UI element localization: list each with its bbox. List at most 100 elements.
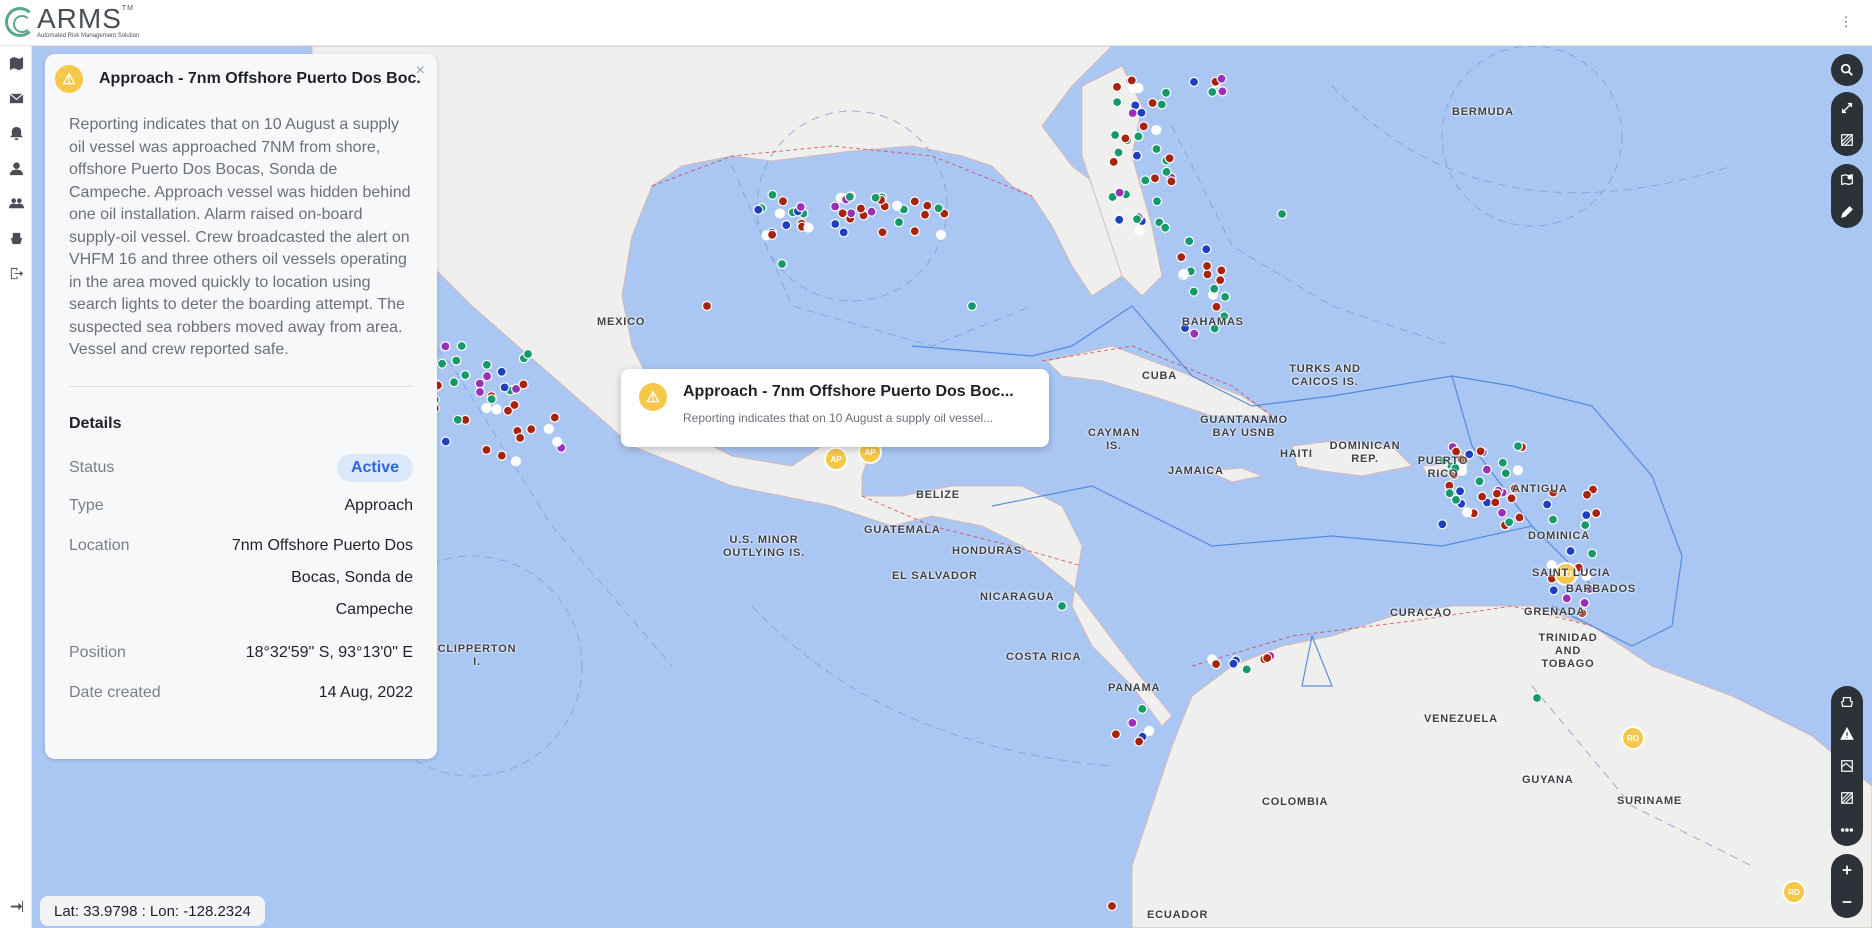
- nav-logout-button[interactable]: [0, 256, 32, 291]
- vessel-layer-button[interactable]: [1831, 686, 1863, 718]
- incident-marker[interactable]: [1541, 499, 1553, 510]
- incident-marker[interactable]: [753, 204, 764, 215]
- zones-toggle-button[interactable]: [1831, 124, 1863, 156]
- incident-marker[interactable]: [1110, 729, 1122, 740]
- incident-marker[interactable]: [1136, 107, 1147, 118]
- incident-marker[interactable]: [909, 196, 920, 207]
- incident-marker[interactable]: [774, 208, 786, 219]
- incident-marker[interactable]: [1202, 269, 1213, 280]
- incident-marker[interactable]: [1056, 600, 1068, 612]
- incident-marker[interactable]: [1437, 519, 1448, 530]
- incident-marker[interactable]: [1140, 175, 1151, 186]
- incident-marker[interactable]: [838, 227, 849, 238]
- incident-marker[interactable]: [1217, 86, 1228, 97]
- incident-marker[interactable]: [440, 341, 451, 352]
- incident-marker[interactable]: [1207, 86, 1218, 98]
- incident-marker[interactable]: [1547, 514, 1559, 525]
- incident-marker[interactable]: [795, 201, 806, 213]
- incident-marker[interactable]: [481, 402, 492, 414]
- incident-marker[interactable]: [1151, 143, 1162, 155]
- incident-marker[interactable]: [1512, 441, 1524, 452]
- incident-marker[interactable]: [1565, 545, 1576, 557]
- nav-team-button[interactable]: [0, 186, 32, 221]
- incident-marker[interactable]: [1113, 147, 1124, 158]
- overlay-button[interactable]: [1831, 782, 1863, 814]
- incident-marker[interactable]: [829, 201, 841, 212]
- incident-marker[interactable]: [474, 378, 485, 389]
- incident-marker[interactable]: [1262, 652, 1273, 664]
- incident-marker[interactable]: [1161, 166, 1172, 178]
- incident-marker[interactable]: [1114, 187, 1125, 198]
- incident-marker[interactable]: [1160, 222, 1171, 233]
- app-logo[interactable]: ARMSTM Automated Risk Management Solutio…: [5, 4, 139, 40]
- incident-marker[interactable]: [1216, 73, 1227, 84]
- incident-marker[interactable]: [460, 370, 471, 381]
- incident-marker[interactable]: [1210, 658, 1222, 670]
- incident-marker[interactable]: [1476, 491, 1488, 502]
- incident-marker[interactable]: [1454, 486, 1466, 497]
- incident-marker[interactable]: [1216, 265, 1227, 276]
- incident-marker[interactable]: [1475, 446, 1486, 457]
- incident-marker[interactable]: [1474, 476, 1485, 487]
- incident-marker[interactable]: [1504, 517, 1515, 528]
- cluster-badge-robbery[interactable]: RO: [1782, 880, 1806, 904]
- incident-marker[interactable]: [1276, 208, 1288, 220]
- incident-marker[interactable]: [1138, 121, 1149, 132]
- draw-button[interactable]: [1831, 196, 1863, 228]
- incident-marker[interactable]: [1160, 87, 1172, 98]
- incident-marker[interactable]: [966, 300, 978, 312]
- incident-marker[interactable]: [830, 218, 841, 230]
- incident-marker[interactable]: [855, 203, 867, 214]
- incident-marker[interactable]: [1444, 488, 1455, 499]
- incident-marker[interactable]: [844, 191, 855, 202]
- incident-marker[interactable]: [1134, 225, 1145, 236]
- incident-marker[interactable]: [474, 386, 486, 398]
- nav-map-button[interactable]: [0, 46, 32, 81]
- incident-marker[interactable]: [1490, 497, 1501, 508]
- incident-marker[interactable]: [456, 340, 467, 352]
- expand-rail-button[interactable]: [0, 889, 32, 924]
- incident-marker[interactable]: [870, 192, 881, 203]
- incident-marker[interactable]: [1120, 133, 1131, 144]
- incident-marker[interactable]: [1176, 252, 1187, 263]
- incident-marker[interactable]: [1133, 131, 1144, 142]
- incident-marker[interactable]: [491, 404, 502, 415]
- cluster-badge-robbery[interactable]: RO: [1621, 726, 1645, 750]
- incident-marker[interactable]: [509, 399, 520, 411]
- incident-marker[interactable]: [1481, 464, 1493, 475]
- incident-marker[interactable]: [486, 394, 497, 405]
- incident-marker[interactable]: [1114, 214, 1125, 225]
- incident-marker[interactable]: [522, 348, 534, 360]
- incident-marker[interactable]: [701, 300, 713, 312]
- incident-marker[interactable]: [1189, 328, 1200, 339]
- incident-marker[interactable]: [777, 196, 789, 207]
- incident-marker[interactable]: [451, 355, 462, 366]
- incident-marker[interactable]: [1106, 900, 1118, 912]
- incident-marker[interactable]: [922, 200, 933, 211]
- incident-marker[interactable]: [1496, 507, 1508, 518]
- incident-marker[interactable]: [767, 189, 778, 200]
- incident-marker[interactable]: [481, 359, 492, 370]
- nav-mail-button[interactable]: [0, 81, 32, 116]
- incident-marker[interactable]: [1591, 508, 1602, 519]
- incident-marker[interactable]: [549, 412, 560, 423]
- incident-marker[interactable]: [452, 414, 463, 425]
- incident-marker[interactable]: [510, 456, 521, 467]
- nav-profile-button[interactable]: [0, 151, 32, 186]
- incident-marker[interactable]: [1581, 489, 1593, 500]
- nav-vessels-button[interactable]: [0, 221, 32, 256]
- incident-marker[interactable]: [1164, 153, 1175, 164]
- incident-marker[interactable]: [1241, 664, 1252, 675]
- incident-marker[interactable]: [866, 206, 877, 217]
- add-marker-button[interactable]: [1831, 164, 1863, 196]
- incident-marker[interactable]: [448, 377, 460, 388]
- incident-marker[interactable]: [776, 258, 788, 270]
- incident-marker[interactable]: [909, 226, 920, 237]
- incident-marker[interactable]: [935, 229, 947, 240]
- close-panel-button[interactable]: ×: [416, 62, 425, 80]
- incident-marker[interactable]: [1228, 658, 1239, 669]
- more-menu-button[interactable]: ⋮: [1832, 8, 1860, 36]
- incident-marker[interactable]: [437, 358, 448, 369]
- zoom-in-button[interactable]: [1831, 854, 1863, 886]
- incident-marker[interactable]: [1211, 301, 1222, 312]
